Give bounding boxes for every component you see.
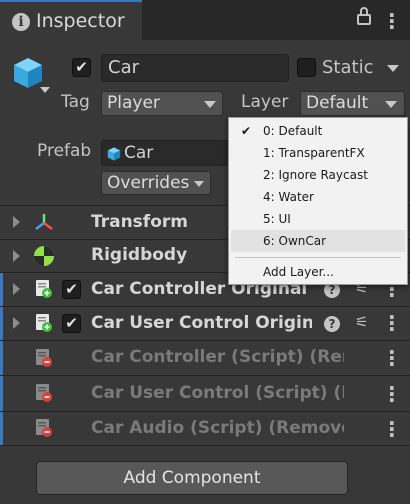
component-title: Car Controller (Script) (Rem [91, 347, 344, 367]
script-removed-icon [36, 349, 52, 367]
static-checkbox[interactable] [297, 58, 316, 77]
tag-value: Player [107, 93, 160, 113]
static-label: Static [322, 57, 374, 78]
script-removed-icon [36, 419, 52, 437]
component-title: Car Audio (Script) (Remove [91, 418, 344, 438]
chevron-down-icon [204, 101, 216, 108]
prefab-name: Car [124, 143, 154, 163]
component-header-car-audio-removed[interactable]: Car Audio (Script) (Remove · · · [0, 412, 410, 445]
cube-icon [14, 58, 42, 88]
divider [0, 445, 410, 446]
tab-bar: i Inspector · · · [0, 0, 410, 40]
component-title: Car User Control Origina [91, 313, 312, 333]
info-icon: i [12, 13, 30, 31]
checkmark-icon: ✔ [241, 124, 252, 138]
prefab-cube-icon [107, 147, 121, 161]
component-title: Car User Control (Script) (R [91, 383, 344, 403]
menu-item-layer-6[interactable]: 6: OwnCar [231, 230, 405, 252]
tag-label: Tag [61, 92, 90, 112]
chevron-down-icon [194, 181, 204, 187]
menu-item-layer-5[interactable]: 5: UI [229, 208, 407, 230]
transform-icon [35, 214, 53, 230]
tag-dropdown[interactable]: Player [101, 91, 223, 116]
layer-label: Layer [241, 92, 289, 112]
menu-item-layer-1[interactable]: 1: TransparentFX [229, 142, 407, 164]
component-menu-icon[interactable]: ··· [388, 307, 396, 339]
component-menu-icon[interactable]: ··· [388, 378, 396, 410]
menu-divider [235, 257, 401, 258]
menu-item-label: 6: OwnCar [263, 234, 327, 248]
menu-item-layer-2[interactable]: 2: Ignore Raycast [229, 164, 407, 186]
component-header-car-controller-removed[interactable]: Car Controller (Script) (Rem · · · [0, 341, 410, 375]
menu-item-layer-4[interactable]: 4: Water [229, 186, 407, 208]
layer-dropdown[interactable]: Default [300, 91, 405, 116]
component-enabled-checkbox[interactable]: ✔ [62, 280, 81, 299]
overrides-label: Overrides [107, 173, 190, 193]
rigidbody-icon [34, 246, 54, 266]
foldout-arrow-icon[interactable] [13, 250, 20, 262]
layer-dropdown-menu: ✔ 0: Default 1: TransparentFX 2: Ignore … [228, 117, 408, 285]
foldout-arrow-icon[interactable] [13, 283, 20, 295]
menu-item-label: 0: Default [263, 124, 323, 138]
lock-icon[interactable] [357, 7, 371, 25]
component-header-car-user-control-removed[interactable]: Car User Control (Script) (R · · · [0, 376, 410, 411]
foldout-arrow-icon[interactable] [13, 317, 20, 329]
menu-item-label: 2: Ignore Raycast [263, 168, 368, 182]
prefab-label: Prefab [37, 141, 92, 161]
script-added-icon [36, 314, 52, 332]
tab-inspector[interactable]: i Inspector [0, 0, 142, 40]
script-added-icon [36, 280, 52, 298]
help-icon[interactable]: ? [324, 316, 340, 332]
component-menu-icon[interactable]: ··· [388, 342, 396, 374]
add-component-button[interactable]: Add Component [36, 461, 348, 495]
prefab-field[interactable]: Car [101, 140, 236, 166]
script-removed-icon [36, 384, 52, 402]
component-header-car-user-control-original[interactable]: ✔ Car User Control Origina ? ⚟ · · · [0, 307, 410, 340]
name-field[interactable]: Car [101, 54, 289, 82]
component-menu-icon[interactable]: ··· [388, 413, 396, 445]
active-checkbox[interactable]: ✔ [72, 58, 91, 77]
overrides-dropdown[interactable]: Overrides [101, 171, 211, 195]
menu-item-label: 1: TransparentFX [263, 146, 365, 160]
static-dropdown-caret-icon[interactable] [387, 65, 399, 72]
more-options-icon[interactable]: · · · [388, 5, 396, 37]
presets-icon[interactable]: ⚟ [355, 313, 373, 331]
icon-picker-caret-icon[interactable] [40, 87, 50, 93]
chevron-down-icon [385, 101, 397, 108]
menu-item-layer-0[interactable]: ✔ 0: Default [229, 120, 407, 142]
layer-value: Default [306, 93, 369, 113]
menu-item-add-layer[interactable]: Add Layer... [229, 261, 407, 283]
component-enabled-checkbox[interactable]: ✔ [62, 314, 81, 333]
tab-title: Inspector [36, 10, 125, 32]
menu-item-label: Add Layer... [263, 265, 334, 279]
foldout-arrow-icon[interactable] [13, 216, 20, 228]
menu-item-label: 5: UI [263, 212, 291, 226]
menu-item-label: 4: Water [263, 190, 314, 204]
